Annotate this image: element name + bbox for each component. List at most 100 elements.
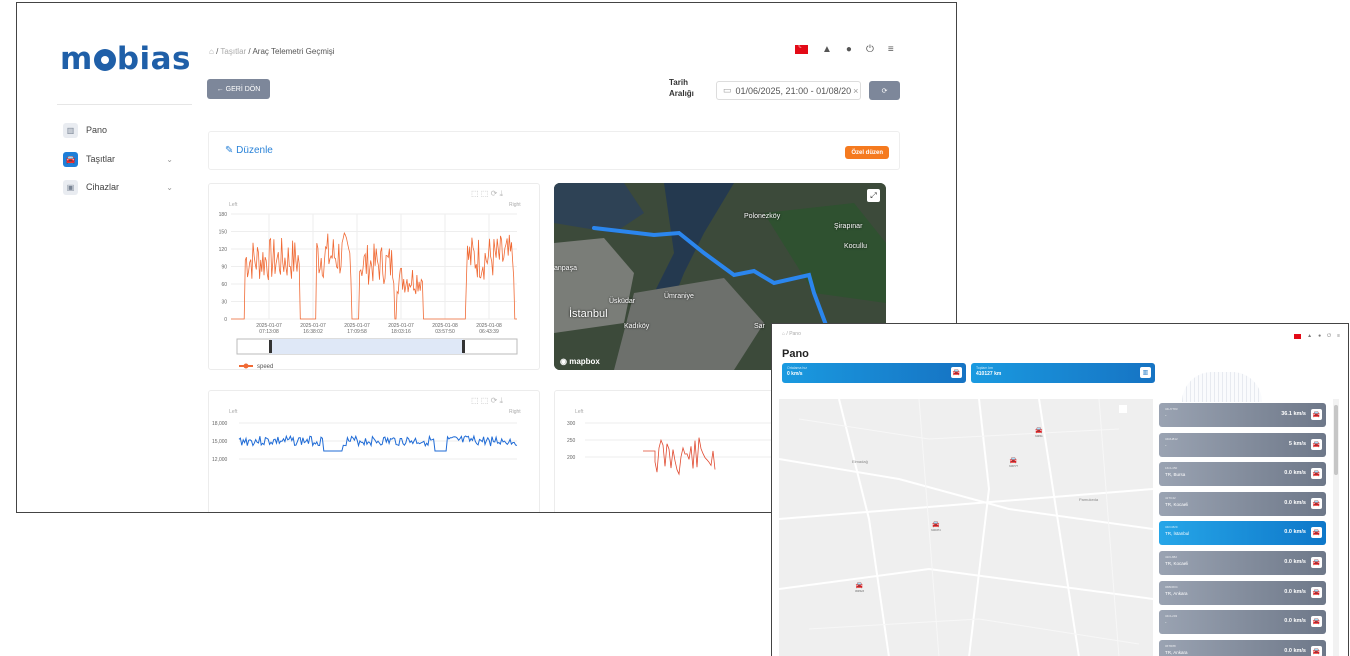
map-label: İstanbul bbox=[569, 308, 608, 320]
custom-layout-button[interactable]: Özel düzen bbox=[845, 146, 889, 159]
breadcrumb: ⌂ / Taşıtlar / Araç Telemetri Geçmişi bbox=[209, 47, 335, 56]
y-tick-label: 12,000 bbox=[212, 457, 228, 463]
refresh-button[interactable]: ⟳ bbox=[869, 81, 900, 100]
globe-graphic bbox=[1182, 372, 1262, 402]
power-icon[interactable]: ⏻ bbox=[866, 44, 874, 55]
y-tick-label: 90 bbox=[221, 265, 227, 271]
mobias-logo[interactable]: m bias bbox=[60, 41, 191, 77]
dashboard-window: ⌂ / Pano ▲ ● ⏻ ≡ Pano Ortalama hız 0 km/… bbox=[771, 323, 1349, 656]
axis-right-label: Right bbox=[509, 202, 521, 208]
vehicle-list-scrollbar[interactable] bbox=[1333, 399, 1339, 656]
map-label: Elmadağ bbox=[852, 459, 868, 464]
x-tick-label: 17:09:58 bbox=[347, 329, 367, 335]
edit-toggle[interactable]: ✎ Düzenle bbox=[225, 145, 273, 156]
car-marker[interactable]: 🚘 34KH77 bbox=[1009, 458, 1018, 469]
fleet-map[interactable]: Elmadağ Pamukeda 🚘 34RS1 🚘 34KH77 🚘 34DCH4 🚘 06… bbox=[779, 399, 1153, 656]
stat-avg-speed: Ortalama hız 0 km/s 🚘 bbox=[782, 363, 966, 383]
zoom-slider-window[interactable] bbox=[271, 339, 463, 354]
x-tick-label: 18:03:16 bbox=[391, 329, 411, 335]
legend-label[interactable]: speed bbox=[257, 364, 273, 370]
axis-left-label: Left bbox=[575, 409, 584, 415]
sidebar-item-label: Taşıtlar bbox=[86, 154, 116, 164]
clear-icon[interactable]: × bbox=[853, 86, 858, 96]
y-tick-label: 300 bbox=[567, 421, 576, 427]
turkey-flag-icon[interactable] bbox=[795, 42, 808, 54]
page-title: Pano bbox=[782, 348, 809, 360]
map-label: Pamukeda bbox=[1079, 497, 1099, 502]
edit-bar: ✎ Düzenle Özel düzen bbox=[208, 131, 900, 170]
vehicle-item[interactable]: 41KL882 TR, Kocaeli 0.0 km/s 🚘 bbox=[1159, 551, 1326, 575]
date-range-input[interactable]: ▭ 01/06/2025, 21:00 - 01/08/20 × bbox=[716, 81, 861, 100]
sidebar-item-label: Cihazlar bbox=[86, 182, 120, 192]
vehicle-item[interactable]: 34HY783-36.1 km/s 🚘 bbox=[1159, 403, 1326, 427]
speed-chart-card: ⬚ ⬚ ⟳ ⤓ Left Right 180 150 120 90 60 30 0 2025-01-… bbox=[208, 183, 540, 370]
bell-icon[interactable]: ▲ bbox=[822, 44, 832, 55]
map-label: Ümraniye bbox=[664, 293, 694, 300]
expand-icon[interactable]: ⤢ bbox=[867, 189, 880, 202]
bell-icon[interactable]: ▲ bbox=[1307, 333, 1312, 339]
date-range-label: Tarih Aralığı bbox=[669, 78, 694, 98]
sidebar-item-label: Pano bbox=[86, 125, 108, 135]
odometer-series-line bbox=[238, 434, 518, 452]
zoom-handle-left[interactable] bbox=[269, 340, 272, 353]
odometer-chart-card: ⬚ ⬚ ⟳ ⤓ Left Right 18,000 15,000 12,000 bbox=[208, 390, 540, 512]
chart-icon: ▥ bbox=[63, 122, 78, 138]
y-tick-label: 60 bbox=[221, 282, 227, 288]
car-marker[interactable]: 🚘 34DCH4 bbox=[931, 522, 941, 533]
vehicle-speed: 5 km/s bbox=[1288, 440, 1306, 447]
vehicle-item[interactable]: 34CL293-0.0 km/s 🚘 bbox=[1159, 610, 1326, 635]
chart-toolbar-icons[interactable]: ⬚ ⬚ ⟳ ⤓ bbox=[471, 396, 503, 405]
mapbox-logo: ◉ mapbox bbox=[560, 357, 600, 366]
menu-icon[interactable]: ≡ bbox=[1337, 333, 1340, 339]
map-label: Üsküdar bbox=[609, 298, 636, 305]
vehicle-speed: 36.1 km/s bbox=[1281, 411, 1306, 417]
vehicle-item[interactable]: 34KC829 TR, İstanbul 0.0 km/s 🚘 bbox=[1159, 521, 1326, 546]
vehicle-speed: 0.0 km/s bbox=[1284, 588, 1306, 595]
turkey-flag-icon[interactable] bbox=[1294, 333, 1302, 339]
home-icon[interactable]: ⌂ bbox=[209, 47, 214, 56]
chart-icon: ▥ bbox=[1140, 367, 1151, 378]
vehicle-item[interactable]: 06BD604 TR, Ankara 0.0 km/s 🚘 bbox=[1159, 580, 1326, 605]
sidebar-divider bbox=[57, 104, 192, 105]
menu-icon[interactable]: ≡ bbox=[888, 44, 894, 55]
car-icon: 🚘 bbox=[1311, 586, 1322, 598]
x-tick-label: 03:57:50 bbox=[435, 329, 455, 335]
user-icon[interactable]: ● bbox=[1318, 333, 1321, 339]
chart-toolbar-icons[interactable]: ⬚ ⬚ ⟳ ⤓ bbox=[471, 189, 503, 198]
y-tick-label: 150 bbox=[219, 230, 228, 236]
odometer-chart: ⬚ ⬚ ⟳ ⤓ Left Right 18,000 15,000 12,000 bbox=[212, 396, 521, 463]
vehicle-list: 34HY783-36.1 km/s 🚘 34RH812-5 km/s 🚘 16CL450… bbox=[1159, 399, 1339, 656]
vehicle-speed: 0.0 km/s bbox=[1284, 559, 1306, 565]
map-label: Sar bbox=[754, 323, 765, 330]
vehicle-item[interactable]: 34RH812-5 km/s 🚘 bbox=[1159, 432, 1326, 457]
speed-chart: ⬚ ⬚ ⟳ ⤓Left Right18015012090603002025-01-… bbox=[219, 189, 522, 370]
sidebar-item-pano[interactable]: ▥ Pano bbox=[63, 120, 173, 140]
y-tick-label: 15,000 bbox=[212, 439, 228, 445]
sidebar-item-cihazlar[interactable]: ▣ Cihazlar ⌄ bbox=[63, 177, 173, 197]
car-icon: 🚘 bbox=[1311, 438, 1322, 450]
breadcrumb: ⌂ / Pano bbox=[782, 331, 801, 337]
vehicle-item[interactable]: 06TR88 TR, Ankara 0.0 km/s 🚘 bbox=[1159, 639, 1326, 656]
car-code: 34DCH4 bbox=[931, 529, 941, 532]
vehicle-item[interactable]: 41TC42 TR, Kocaeli 0.0 km/s 🚘 bbox=[1159, 491, 1326, 516]
stat-total-km: Toplam km 410127 km ▥ bbox=[971, 363, 1155, 383]
breadcrumb-parent[interactable]: Taşıtlar bbox=[220, 47, 246, 56]
y-tick-label: 250 bbox=[567, 438, 576, 444]
car-icon: 🚘 bbox=[1311, 616, 1322, 628]
back-button[interactable]: ← GERİ DÖN bbox=[207, 79, 270, 99]
map-label: Kocullu bbox=[844, 243, 867, 250]
vehicle-item[interactable]: 16CL450 TR, Bursa 0.0 km/s 🚘 bbox=[1159, 462, 1326, 487]
edit-icon: ✎ bbox=[225, 145, 234, 156]
zoom-handle-right[interactable] bbox=[462, 340, 465, 353]
x-tick-label: 16:38:02 bbox=[303, 329, 323, 335]
power-icon[interactable]: ⏻ bbox=[1327, 333, 1331, 339]
vehicle-speed: 0.0 km/s bbox=[1284, 618, 1306, 625]
top-icons: ▲ ● ⏻ ≡ bbox=[1294, 333, 1340, 339]
map-label: Kadıköy bbox=[624, 323, 650, 330]
secondary-series-line bbox=[643, 437, 716, 476]
axis-left-label: Left bbox=[229, 409, 238, 415]
car-marker[interactable]: 🚘 34RS1 bbox=[1035, 428, 1043, 439]
sidebar-item-tasitlar[interactable]: 🚘 Taşıtlar ⌄ bbox=[63, 149, 173, 169]
car-marker[interactable]: 🚘 06RS23 bbox=[855, 583, 864, 594]
user-icon[interactable]: ● bbox=[846, 44, 852, 55]
